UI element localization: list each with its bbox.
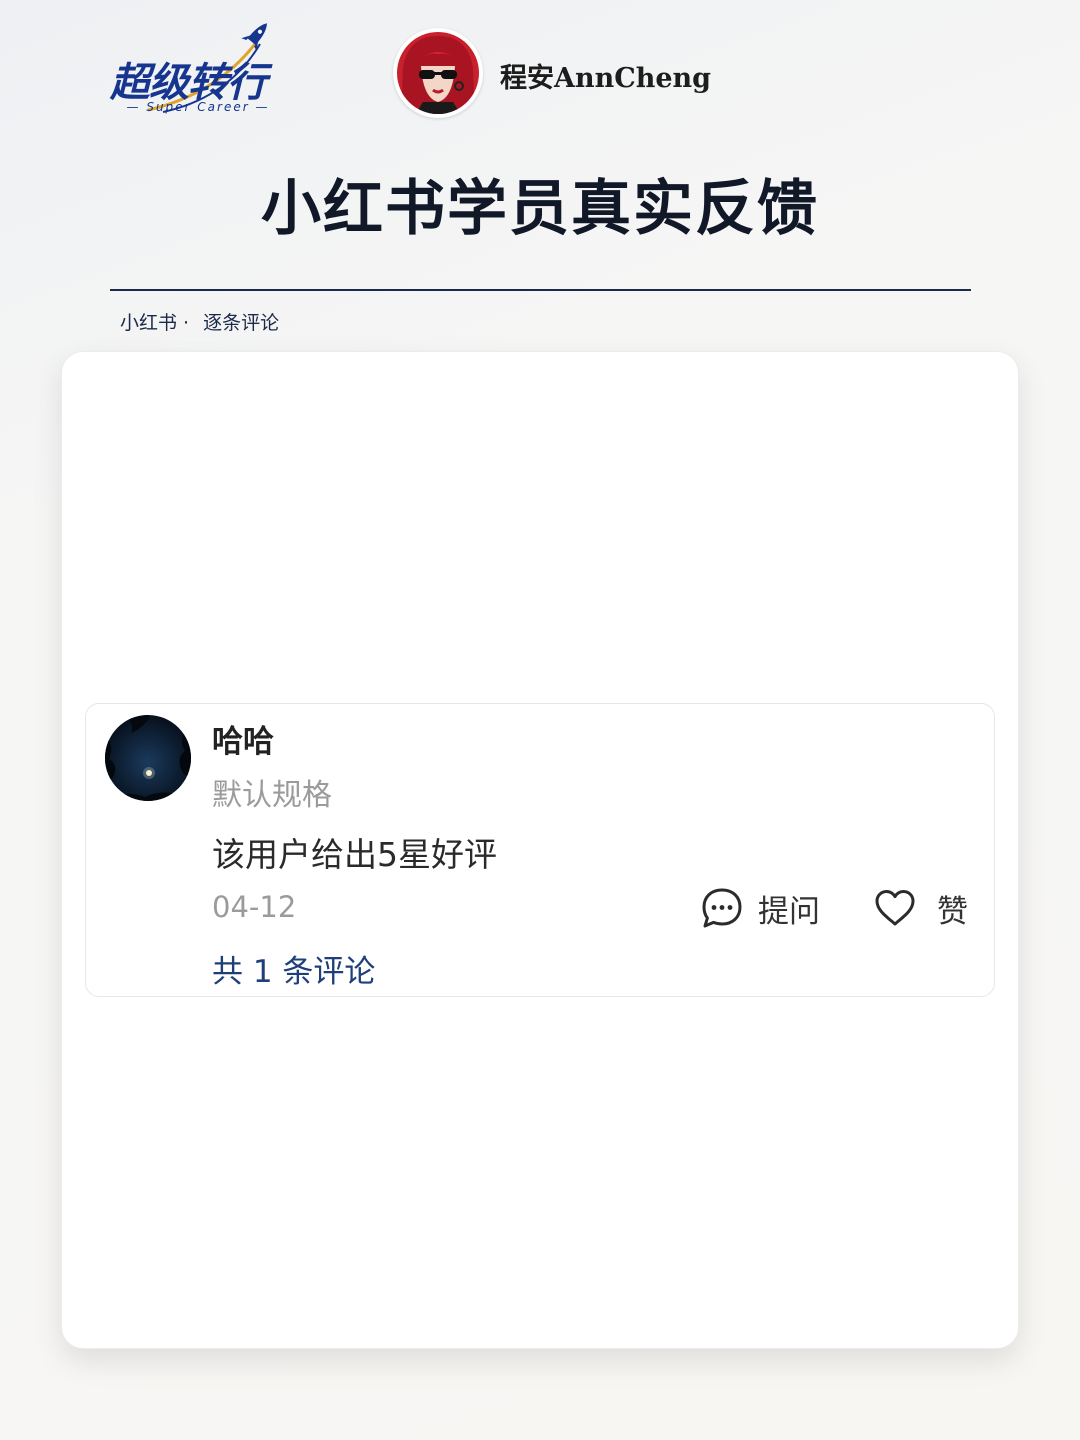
breadcrumb-section: 逐条评论 xyxy=(203,312,280,334)
ask-question-label: 提问 xyxy=(758,893,820,930)
reply-count-link[interactable]: 共 1 条评论 xyxy=(212,946,375,991)
chat-bubble-icon xyxy=(702,888,742,928)
brand-logo-subtext: — Super Career — xyxy=(126,100,270,114)
breadcrumb-source: 小红书 xyxy=(120,312,178,334)
comment-item: 哈哈 默认规格 该用户给出5星好评 04-12 提问 赞 共 1 条评论 xyxy=(85,703,995,997)
product-variant: 默认规格 xyxy=(212,778,332,813)
like-label: 赞 xyxy=(937,893,968,930)
breadcrumb: 小红书 · 逐条评论 xyxy=(120,308,279,335)
author-name: 程安AnnCheng xyxy=(500,63,712,94)
user-name: 哈哈 xyxy=(212,724,274,760)
ask-question-button[interactable]: 提问 xyxy=(700,885,820,931)
breadcrumb-separator: · xyxy=(183,312,190,334)
comment-text: 该用户给出5星好评 xyxy=(212,835,497,874)
brand-logo: 超级转行 — Super Career — xyxy=(108,22,298,120)
like-button[interactable]: 赞 xyxy=(873,885,968,931)
user-avatar[interactable] xyxy=(105,715,191,801)
title-divider xyxy=(110,289,971,291)
page-title: 小红书学员真实反馈 xyxy=(261,174,819,244)
author-avatar[interactable] xyxy=(393,28,483,118)
comment-date: 04-12 xyxy=(212,890,297,924)
heart-icon xyxy=(875,890,915,926)
